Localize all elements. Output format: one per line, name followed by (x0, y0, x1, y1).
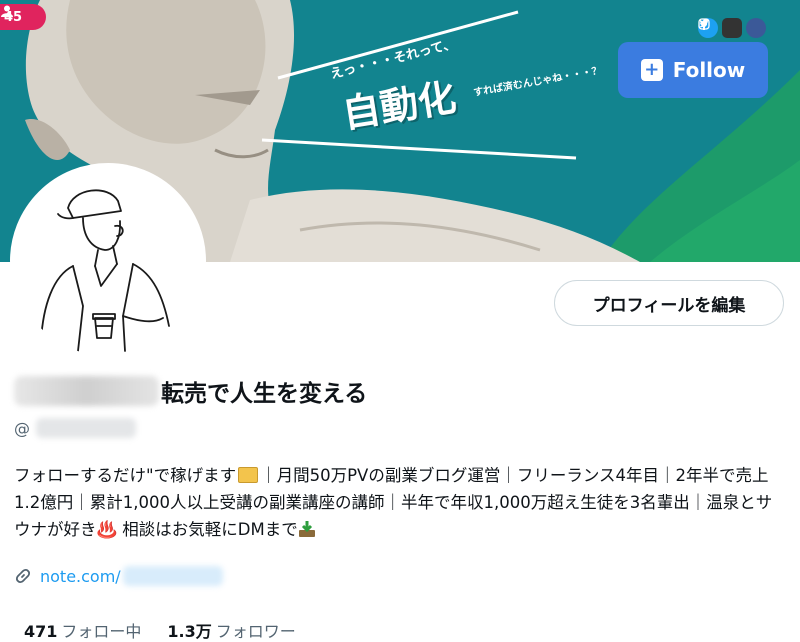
instagram-icon[interactable] (698, 18, 742, 38)
plus-icon: + (640, 59, 663, 81)
link-text[interactable]: note.com/ (40, 567, 121, 586)
followers-label: フォロワー (215, 622, 296, 641)
follower-count-badge: 45 (0, 4, 46, 30)
follow-button[interactable]: + Follow (618, 42, 768, 98)
display-name: 転売で人生を変える (161, 381, 368, 407)
followers-count: 1.3万 (167, 622, 212, 641)
social-links (698, 18, 766, 38)
profile-bio: フォローするだけ"で稼げます ｜月間50万PVの副業ブログ運営｜フリーランス4年目… (14, 462, 784, 543)
following-stat[interactable]: 471 フォロー中 (24, 618, 141, 642)
profile-avatar[interactable] (10, 163, 206, 359)
redacted-link (122, 566, 223, 586)
facebook-icon[interactable] (701, 18, 766, 38)
follow-button-label: Follow (672, 58, 746, 82)
redacted-name-part (14, 376, 159, 406)
profile-link[interactable]: note.com/ (14, 566, 223, 586)
profile-handle: @ (14, 418, 136, 438)
money-emoji-icon (238, 467, 259, 483)
handle-at: @ (14, 418, 30, 438)
following-count: 471 (24, 622, 58, 641)
link-icon (15, 568, 31, 584)
profile-name: 転売で人生を変える (14, 374, 367, 408)
following-label: フォロー中 (61, 622, 142, 641)
user-icon (1, 5, 13, 17)
edit-profile-button[interactable]: プロフィールを編集 (554, 280, 784, 326)
follow-stats: 471 フォロー中 1.3万 フォロワー (24, 618, 296, 642)
download-box-icon (298, 521, 315, 537)
followers-stat[interactable]: 1.3万 フォロワー (167, 618, 295, 642)
avatar-illustration (40, 189, 170, 352)
bio-text-1: フォローするだけ"で稼げます (14, 466, 237, 485)
redacted-handle (36, 418, 136, 438)
